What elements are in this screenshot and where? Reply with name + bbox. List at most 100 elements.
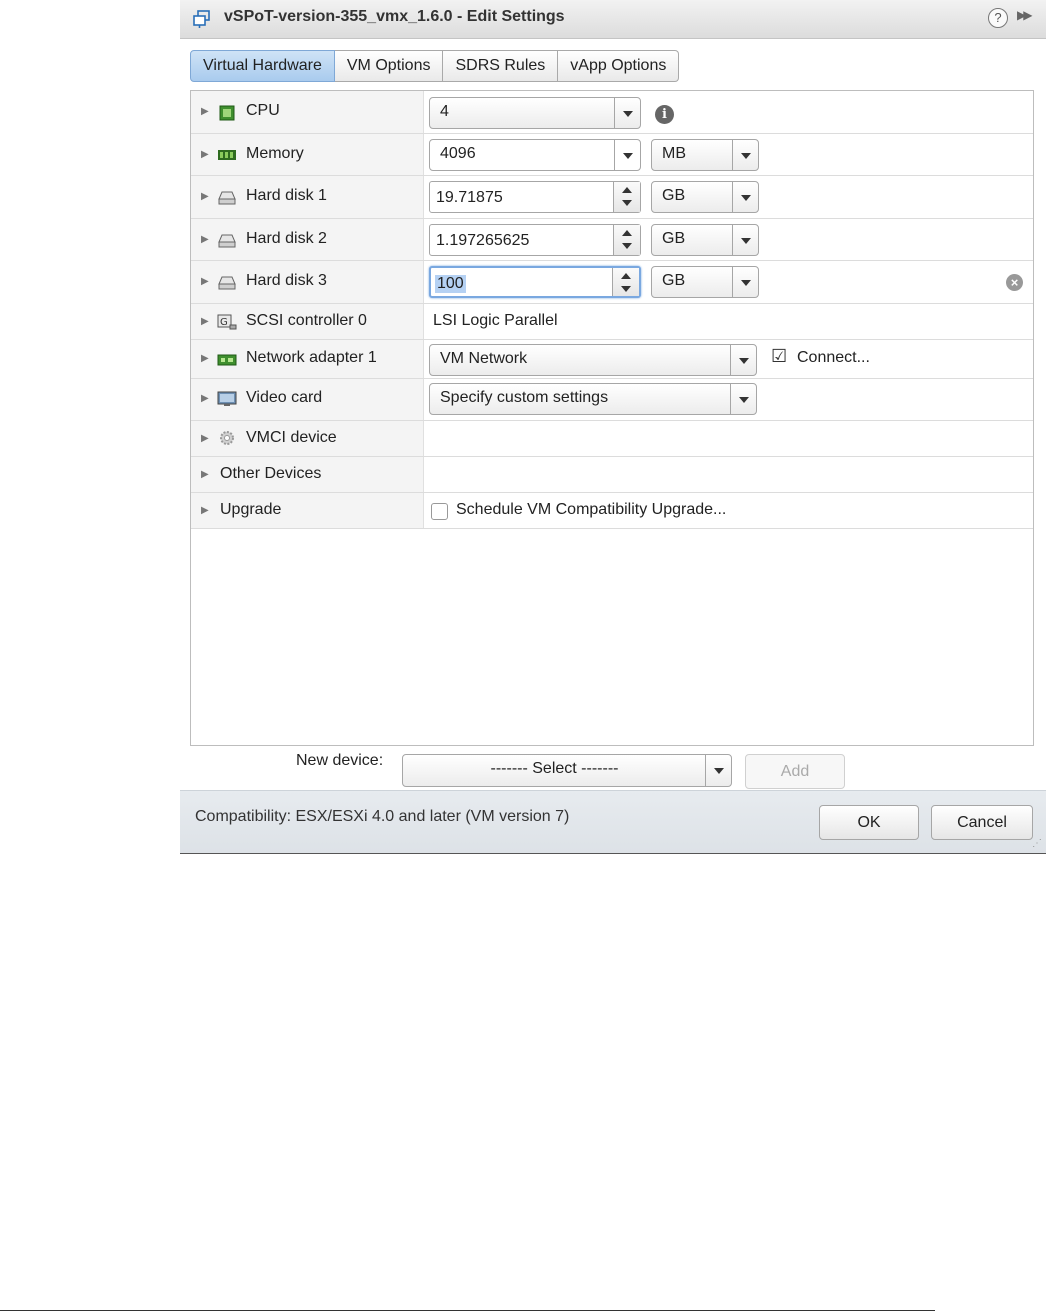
expand-arrow-icon[interactable]: ▶ — [201, 149, 209, 160]
cpu-count-select[interactable]: 4 — [429, 97, 641, 129]
device-label: Memory — [246, 145, 304, 162]
row-label-cell[interactable]: ▶ Hard disk 1 — [191, 176, 424, 218]
new-device-select[interactable]: ------- Select ------- — [402, 754, 732, 787]
hardware-row-upgrade: ▶ Upgrade Schedule VM Compatibility Upgr… — [191, 493, 1033, 529]
new-device-value: ------- Select ------- — [490, 760, 619, 777]
row-label-cell[interactable]: ▶ Other Devices — [191, 457, 424, 492]
device-label: Video card — [246, 389, 323, 406]
stepper-arrows-icon[interactable] — [613, 182, 640, 212]
hard-disk-2-unit-select[interactable]: GB — [651, 224, 759, 256]
expand-arrow-icon[interactable]: ▶ — [201, 106, 209, 117]
chevron-down-icon[interactable] — [732, 225, 758, 255]
row-label-cell[interactable]: ▶ Network adapter 1 — [191, 340, 424, 378]
hard-disk-icon — [218, 276, 236, 290]
memory-size-value: 4096 — [440, 145, 476, 162]
hard-disk-2-size-stepper[interactable]: 1.197265625 — [429, 224, 641, 256]
title-bar[interactable]: vSPoT-version-355_vmx_1.6.0 - Edit Setti… — [180, 0, 1046, 39]
hardware-row-network-adapter: ▶ Network adapter 1 VM Network ☑ Connect… — [191, 340, 1033, 379]
row-label-cell[interactable]: ▶ Memory — [191, 134, 424, 175]
device-label: Hard disk 3 — [246, 272, 327, 289]
ok-button[interactable]: OK — [819, 805, 919, 840]
chevron-down-icon[interactable] — [730, 384, 756, 414]
row-label-cell[interactable]: ▶ Video card — [191, 379, 424, 420]
hard-disk-1-unit-value: GB — [662, 187, 686, 204]
chevron-down-icon[interactable] — [730, 345, 756, 375]
expand-arrow-icon[interactable]: ▶ — [201, 191, 209, 202]
video-card-select[interactable]: Specify custom settings — [429, 383, 757, 415]
row-label-cell[interactable]: ▶ Upgrade — [191, 493, 424, 528]
help-icon[interactable]: ? — [988, 8, 1008, 28]
expand-arrow-icon[interactable]: ▶ — [201, 433, 209, 444]
stepper-arrows-icon[interactable] — [613, 225, 640, 255]
hard-disk-1-unit-select[interactable]: GB — [651, 181, 759, 213]
hard-disk-icon — [218, 191, 236, 205]
add-device-button[interactable]: Add — [745, 754, 845, 789]
chevron-down-icon[interactable] — [732, 140, 758, 170]
hardware-row-other-devices: ▶ Other Devices — [191, 457, 1033, 493]
tab-virtual-hardware[interactable]: Virtual Hardware — [190, 50, 335, 82]
network-adapter-icon — [217, 354, 237, 366]
device-label: SCSI controller 0 — [246, 312, 367, 329]
dialog-title: vSPoT-version-355_vmx_1.6.0 - Edit Setti… — [224, 8, 565, 25]
device-label: Other Devices — [220, 465, 322, 482]
tab-bar: Virtual Hardware VM Options SDRS Rules v… — [190, 50, 680, 82]
hardware-row-cpu: ▶ CPU 4 i — [191, 91, 1033, 134]
device-label: CPU — [246, 102, 280, 119]
memory-icon — [218, 150, 236, 160]
hardware-row-video-card: ▶ Video card Specify custom settings — [191, 379, 1033, 421]
hard-disk-3-size-value: 100 — [435, 275, 466, 293]
row-label-cell[interactable]: ▶ Hard disk 2 — [191, 219, 424, 260]
row-label-cell[interactable]: ▶ CPU — [191, 91, 424, 133]
tab-sdrs-rules[interactable]: SDRS Rules — [443, 50, 559, 82]
tab-vapp-options[interactable]: vApp Options — [558, 50, 680, 82]
memory-unit-select[interactable]: MB — [651, 139, 759, 171]
row-label-cell[interactable]: ▶ Hard disk 3 — [191, 261, 424, 303]
connect-checkbox[interactable]: ☑ — [771, 346, 788, 366]
video-card-value: Specify custom settings — [440, 389, 609, 406]
info-icon[interactable]: i — [655, 105, 674, 124]
row-label-cell[interactable]: ▶ G SCSI controller 0 — [191, 304, 424, 339]
hard-disk-2-unit-value: GB — [662, 230, 686, 247]
memory-size-input[interactable]: 4096 — [429, 139, 641, 171]
expand-arrow-icon[interactable]: ▶ — [201, 505, 209, 516]
vm-icon — [193, 10, 210, 28]
tab-vm-options[interactable]: VM Options — [334, 50, 444, 82]
checkmark-icon: ☑ — [771, 346, 788, 366]
edit-settings-dialog: vSPoT-version-355_vmx_1.6.0 - Edit Setti… — [180, 0, 1046, 854]
hard-disk-1-size-stepper[interactable]: 19.71875 — [429, 181, 641, 213]
hardware-row-scsi-controller: ▶ G SCSI controller 0 LSI Logic Parallel — [191, 304, 1033, 340]
resize-grip-icon[interactable]: ⋰ — [1032, 838, 1042, 849]
expand-arrow-icon[interactable]: ▶ — [201, 276, 209, 287]
expand-arrow-icon[interactable]: ▶ — [201, 316, 209, 327]
chevron-down-icon[interactable] — [732, 267, 758, 297]
expand-icon[interactable]: ▶▶ — [1017, 8, 1033, 22]
stepper-arrows-icon[interactable] — [612, 268, 639, 296]
expand-arrow-icon[interactable]: ▶ — [201, 353, 209, 364]
memory-unit-value: MB — [662, 145, 686, 162]
chevron-down-icon[interactable] — [614, 98, 640, 128]
hard-disk-2-size-value: 1.197265625 — [436, 232, 530, 249]
expand-arrow-icon[interactable]: ▶ — [201, 469, 209, 480]
schedule-upgrade-checkbox[interactable] — [431, 503, 448, 520]
chevron-down-icon[interactable] — [705, 755, 731, 786]
expand-arrow-icon[interactable]: ▶ — [201, 234, 209, 245]
hard-disk-3-unit-select[interactable]: GB — [651, 266, 759, 298]
expand-arrow-icon[interactable]: ▶ — [201, 393, 209, 404]
device-label: Hard disk 2 — [246, 230, 327, 247]
new-device-label: New device: — [296, 752, 384, 769]
hardware-row-memory: ▶ Memory 4096 MB — [191, 134, 1033, 176]
svg-text:G: G — [220, 317, 228, 328]
gear-icon — [220, 431, 234, 445]
chevron-down-icon[interactable] — [732, 182, 758, 212]
page-divider — [0, 1310, 935, 1311]
hard-disk-3-size-stepper[interactable]: 100 — [429, 266, 641, 298]
network-value: VM Network — [440, 350, 528, 367]
remove-device-icon[interactable]: × — [1006, 274, 1023, 291]
hardware-row-hard-disk-3: ▶ Hard disk 3 100 GB × — [191, 261, 1033, 304]
device-label: Upgrade — [220, 501, 282, 518]
network-select[interactable]: VM Network — [429, 344, 757, 376]
hardware-panel: ▶ CPU 4 i ▶ Memory 4096 MB ▶ Hard disk 1… — [190, 90, 1034, 746]
row-label-cell[interactable]: ▶ VMCI device — [191, 421, 424, 456]
cancel-button[interactable]: Cancel — [931, 805, 1033, 840]
chevron-down-icon[interactable] — [614, 140, 640, 170]
